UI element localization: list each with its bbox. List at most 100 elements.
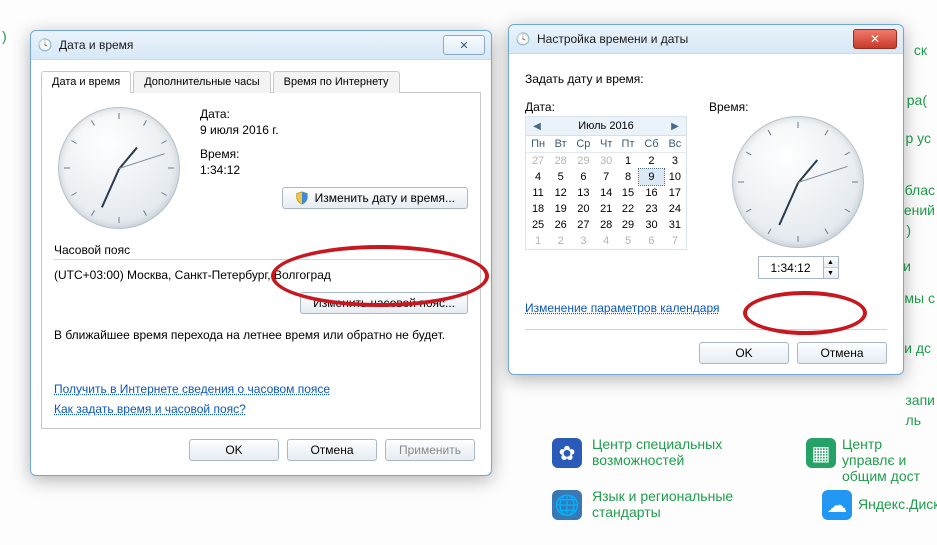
calendar-day[interactable]: 29	[617, 217, 639, 233]
date-time-window: 🕓 Дата и время ✕ Дата и время Дополнител…	[30, 30, 492, 476]
calendar-dow: Вт	[550, 136, 571, 153]
spin-down-button[interactable]: ▼	[824, 268, 838, 278]
calendar-day[interactable]: 18	[526, 201, 550, 217]
calendar-day[interactable]: 7	[596, 169, 617, 185]
calendar-day[interactable]: 27	[526, 153, 550, 170]
calendar-settings-link[interactable]: Изменение параметров календаря	[525, 301, 720, 315]
calendar-day[interactable]: 24	[664, 201, 686, 217]
bg-link[interactable]: Язык и региональные стандарты	[592, 488, 742, 520]
calendar-day[interactable]: 16	[639, 185, 664, 201]
calendar-day[interactable]: 15	[617, 185, 639, 201]
calendar-day[interactable]: 11	[526, 185, 550, 201]
calendar-dow: Сб	[639, 136, 664, 153]
button-label: Изменить дату и время...	[315, 191, 455, 205]
calendar-day[interactable]: 30	[596, 153, 617, 170]
tz-info-link[interactable]: Получить в Интернете сведения о часовом …	[54, 382, 330, 396]
calendar-day[interactable]: 31	[664, 217, 686, 233]
calendar-day[interactable]: 5	[550, 169, 571, 185]
date-label: Дата:	[525, 100, 687, 114]
bg-text: и дс	[904, 340, 931, 356]
calendar-day[interactable]: 20	[571, 201, 595, 217]
ok-button[interactable]: OK	[699, 342, 789, 364]
calendar-day[interactable]: 2	[639, 153, 664, 170]
time-spinner: ▲ ▼	[758, 256, 839, 279]
calendar-day[interactable]: 1	[617, 153, 639, 170]
bg-link[interactable]: Яндекс.Диск	[858, 496, 937, 512]
bg-text: ений	[904, 202, 935, 218]
calendar-day[interactable]: 5	[617, 233, 639, 249]
titlebar[interactable]: 🕓 Настройка времени и даты ✕	[509, 25, 903, 54]
calendar-day[interactable]: 28	[596, 217, 617, 233]
window-icon: 🕓	[37, 37, 53, 53]
calendar-day[interactable]: 3	[571, 233, 595, 249]
apply-button[interactable]: Применить	[385, 439, 475, 461]
calendar-day[interactable]: 6	[571, 169, 595, 185]
calendar-day[interactable]: 14	[596, 185, 617, 201]
tab-date-time[interactable]: Дата и время	[41, 71, 131, 93]
window-icon: 🕓	[515, 31, 531, 47]
bg-text: ль	[906, 412, 921, 428]
calendar-day[interactable]: 27	[571, 217, 595, 233]
calendar-dow: Вс	[664, 136, 686, 153]
timezone-heading: Часовой пояс	[54, 243, 468, 257]
calendar-day[interactable]: 3	[664, 153, 686, 170]
howto-link[interactable]: Как задать время и часовой пояс?	[54, 402, 246, 416]
calendar-day[interactable]: 6	[639, 233, 664, 249]
calendar-day[interactable]: 25	[526, 217, 550, 233]
accessibility-icon: ✿	[552, 438, 582, 468]
calendar-day[interactable]: 26	[550, 217, 571, 233]
calendar-day[interactable]: 19	[550, 201, 571, 217]
calendar-day[interactable]: 17	[664, 185, 686, 201]
close-button[interactable]: ✕	[853, 29, 897, 49]
calendar-day[interactable]: 10	[664, 169, 686, 185]
month-year-label: Июль 2016	[578, 120, 634, 132]
calendar-day[interactable]: 4	[596, 233, 617, 249]
calendar-day[interactable]: 13	[571, 185, 595, 201]
calendar-day[interactable]: 4	[526, 169, 550, 185]
time-value: 1:34:12	[200, 163, 468, 177]
calendar-day[interactable]: 21	[596, 201, 617, 217]
bg-text: мы с	[904, 290, 935, 306]
bg-link[interactable]: Центр управлє и общим дост	[842, 436, 932, 484]
ok-button[interactable]: OK	[189, 439, 279, 461]
date-label: Дата:	[200, 107, 468, 121]
set-date-time-window: 🕓 Настройка времени и даты ✕ Задать дату…	[508, 24, 904, 375]
analog-clock	[58, 107, 180, 229]
timezone-value: (UTC+03:00) Москва, Санкт-Петербург, Вол…	[54, 268, 468, 282]
bg-link[interactable]: Центр специальных возможностей	[592, 436, 732, 468]
bg-text: запи	[905, 392, 935, 408]
tab-additional-clocks[interactable]: Дополнительные часы	[133, 71, 270, 93]
calendar-day[interactable]: 30	[639, 217, 664, 233]
calendar-day[interactable]: 8	[617, 169, 639, 185]
calendar-day[interactable]: 29	[571, 153, 595, 170]
calendar-day[interactable]: 12	[550, 185, 571, 201]
calendar-day[interactable]: 9	[639, 169, 664, 185]
calendar-day[interactable]: 28	[550, 153, 571, 170]
spin-up-button[interactable]: ▲	[824, 257, 838, 268]
calendar-day[interactable]: 22	[617, 201, 639, 217]
window-title: Дата и время	[59, 38, 437, 52]
calendar-dow: Пт	[617, 136, 639, 153]
change-timezone-button[interactable]: Изменить часовой пояс...	[300, 292, 468, 314]
prev-month-button[interactable]: ◀	[530, 121, 544, 132]
analog-clock	[732, 116, 864, 248]
calendar-dow: Ср	[571, 136, 595, 153]
yandex-disk-icon: ☁	[822, 490, 852, 520]
close-button[interactable]: ✕	[443, 35, 485, 55]
calendar-day[interactable]: 2	[550, 233, 571, 249]
tab-internet-time[interactable]: Время по Интернету	[273, 71, 400, 93]
time-label: Время:	[709, 100, 748, 114]
calendar-day[interactable]: 23	[639, 201, 664, 217]
cancel-button[interactable]: Отмена	[287, 439, 377, 461]
bg-text: р ус	[905, 130, 931, 146]
bg-text: ра(	[907, 92, 927, 108]
button-label: Изменить часовой пояс...	[313, 296, 455, 310]
calendar-day[interactable]: 1	[526, 233, 550, 249]
change-date-time-button[interactable]: Изменить дату и время...	[282, 187, 468, 209]
titlebar[interactable]: 🕓 Дата и время ✕	[31, 31, 491, 60]
cancel-button[interactable]: Отмена	[797, 342, 887, 364]
calendar-day[interactable]: 7	[664, 233, 686, 249]
time-label: Время:	[200, 147, 468, 161]
time-input[interactable]	[758, 256, 824, 279]
next-month-button[interactable]: ▶	[668, 121, 682, 132]
